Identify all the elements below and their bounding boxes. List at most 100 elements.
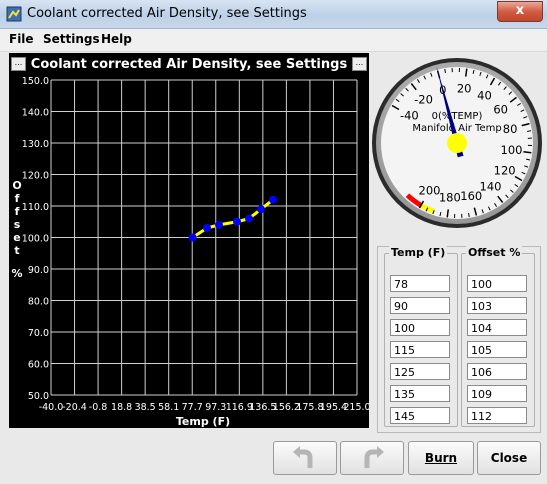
window-title: Coolant corrected Air Density, see Setti… [27, 6, 307, 21]
title-bar: Coolant corrected Air Density, see Setti… [0, 0, 547, 29]
gauge-tick-label: 120 [494, 164, 516, 178]
y-axis-ticks: 150.0 140.0 130.0 120.0 110.0 100.0 90.0 80.0 70… [22, 76, 49, 402]
undo-icon [290, 446, 320, 472]
y-tick-label: 120.0 [22, 171, 49, 182]
x-tick-label: -40.0 [39, 402, 64, 413]
gauge-tick-label: 60 [493, 103, 508, 117]
offset-cell[interactable]: 100 [467, 275, 527, 292]
temp-column: Temp (F) 78 90 100 115 125 135 145 [384, 253, 458, 427]
temp-cell[interactable]: 125 [390, 363, 450, 380]
y-tick-label: 140.0 [22, 108, 49, 119]
y-tick-label: 80.0 [28, 297, 49, 308]
data-point[interactable] [189, 234, 197, 242]
x-tick-label: -20.4 [62, 402, 87, 413]
y-tick-label: 90.0 [28, 265, 49, 276]
window-close-button[interactable]: x [497, 1, 543, 22]
gauge-tick-label: 20 [457, 81, 472, 95]
x-tick-label: 97.3 [205, 402, 226, 413]
data-point[interactable] [203, 224, 211, 232]
gauge-tick-label: 100 [501, 143, 523, 157]
app-icon [6, 6, 22, 22]
gauge-tick [466, 69, 467, 77]
gauge-value-label: 0(%TEMP) [432, 111, 483, 122]
gauge-name-label: Manifold Air Temp [412, 123, 501, 134]
close-button[interactable]: Close [477, 441, 541, 475]
curve-table: Temp (F) 78 90 100 115 125 135 145 Offse… [377, 246, 541, 433]
gauge-tick [445, 69, 446, 73]
temp-cell[interactable]: 145 [390, 407, 450, 424]
y-tick-label: 60.0 [28, 360, 49, 371]
curve-chart: Coolant corrected Air Density, see Setti… [9, 53, 369, 428]
redo-button[interactable] [340, 441, 404, 475]
y-axis-label: Offset% [11, 179, 22, 280]
close-button-label: Close [491, 451, 527, 465]
gauge-tick-label: 200 [419, 184, 441, 198]
temp-column-header: Temp (F) [389, 246, 447, 259]
y-axis-label-char: f [15, 192, 20, 205]
x-tick-label: 38.5 [135, 402, 156, 413]
burn-button-label: Burn [425, 451, 457, 465]
y-tick-label: 150.0 [22, 76, 49, 87]
temp-cell[interactable]: 115 [390, 341, 450, 358]
y-tick-label: 100.0 [22, 234, 49, 245]
y-axis-label-char: s [14, 218, 21, 231]
offset-column-header: Offset % [466, 246, 522, 259]
offset-cell[interactable]: 112 [467, 407, 527, 424]
burn-button[interactable]: Burn [408, 441, 474, 475]
redo-icon [357, 446, 387, 472]
x-axis-ticks: -40.0-20.4-0.818.838.558.177.797.3116.91… [39, 402, 369, 413]
chart-title: Coolant corrected Air Density, see Setti… [31, 57, 348, 72]
x-tick-label: 77.7 [182, 402, 203, 413]
x-axis-label: Temp (F) [176, 415, 230, 428]
offset-column: Offset % 100 103 104 105 106 109 112 [461, 253, 535, 427]
offset-cell[interactable]: 105 [467, 341, 527, 358]
x-tick-label: 58.1 [158, 402, 179, 413]
data-point[interactable] [245, 215, 253, 223]
y-axis-label-char: e [13, 231, 20, 244]
temp-cell[interactable]: 78 [390, 275, 450, 292]
gauge-tick [527, 131, 531, 132]
gauge-tick-label: 80 [503, 122, 518, 136]
gauge-tick-label: -40 [400, 109, 419, 123]
data-point[interactable] [257, 205, 265, 213]
x-tick-label: 18.8 [111, 402, 132, 413]
y-tick-label: 50.0 [28, 391, 49, 402]
y-axis-label-char: t [14, 244, 19, 257]
menu-help[interactable]: Help [101, 32, 132, 46]
y-tick-label: 70.0 [28, 328, 49, 339]
chart-left-options-button[interactable]: ... [11, 57, 26, 71]
y-tick-label: 130.0 [22, 139, 49, 150]
x-tick-label: 215.0 [343, 402, 369, 413]
gauge-tick-label: 180 [439, 191, 461, 205]
gauge-tick [523, 152, 531, 153]
chart-panel: Coolant corrected Air Density, see Setti… [9, 53, 369, 428]
y-axis-label-char: % [11, 267, 22, 280]
offset-cell[interactable]: 106 [467, 363, 527, 380]
gauge-tick [469, 213, 470, 217]
menu-file[interactable]: File [9, 32, 34, 46]
gauge-tick [447, 209, 448, 217]
offset-cell[interactable]: 104 [467, 319, 527, 336]
menu-settings[interactable]: Settings [43, 32, 100, 46]
x-tick-label: -0.8 [89, 402, 108, 413]
y-tick-label: 110.0 [22, 202, 49, 213]
data-point[interactable] [233, 218, 241, 226]
data-point[interactable] [269, 196, 277, 204]
gauge-tick-label: 40 [477, 88, 492, 102]
manifold-air-temp-gauge: -40-20020406080100120140160180200 0(%TEM… [370, 56, 544, 230]
gauge-tick-label: 140 [480, 180, 502, 194]
temp-cell[interactable]: 135 [390, 385, 450, 402]
temp-cell[interactable]: 90 [390, 297, 450, 314]
data-point[interactable] [215, 221, 223, 229]
offset-cell[interactable]: 103 [467, 297, 527, 314]
undo-button[interactable] [273, 441, 337, 475]
chart-series [189, 196, 277, 242]
offset-cell[interactable]: 109 [467, 385, 527, 402]
chart-right-options-button[interactable]: ... [352, 57, 367, 71]
gauge-hub [447, 133, 467, 153]
temp-cell[interactable]: 100 [390, 319, 450, 336]
menu-bar: File Settings Help [0, 29, 547, 52]
gauge-tick-label: -20 [414, 92, 433, 106]
gauge-tick-label: 160 [460, 189, 482, 203]
chart-grid [51, 80, 357, 395]
